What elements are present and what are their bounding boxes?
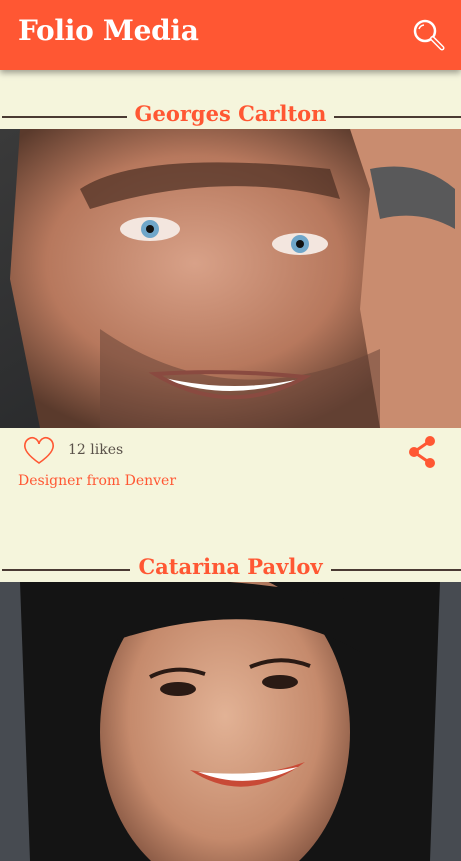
search-icon (413, 19, 445, 51)
post-header: Georges Carlton (0, 101, 461, 131)
share-button[interactable] (404, 434, 440, 470)
like-button[interactable] (22, 436, 56, 466)
post-actions: 12 likes (0, 434, 461, 474)
post-header: Catarina Pavlov (0, 554, 461, 584)
portrait-photo (0, 582, 461, 861)
app-bar: Folio Media (0, 0, 461, 70)
share-icon (409, 436, 435, 468)
post-author-name[interactable]: Georges Carlton (126, 101, 335, 126)
portrait-photo (0, 129, 461, 428)
post-author-name[interactable]: Catarina Pavlov (130, 554, 331, 579)
search-button[interactable] (410, 16, 448, 54)
post-photo[interactable] (0, 582, 461, 861)
heart-icon (23, 436, 55, 464)
likes-count: 12 likes (68, 442, 124, 458)
post-photo[interactable] (0, 129, 461, 428)
post-bio: Designer from Denver (18, 473, 177, 489)
app-title: Folio Media (18, 14, 199, 47)
